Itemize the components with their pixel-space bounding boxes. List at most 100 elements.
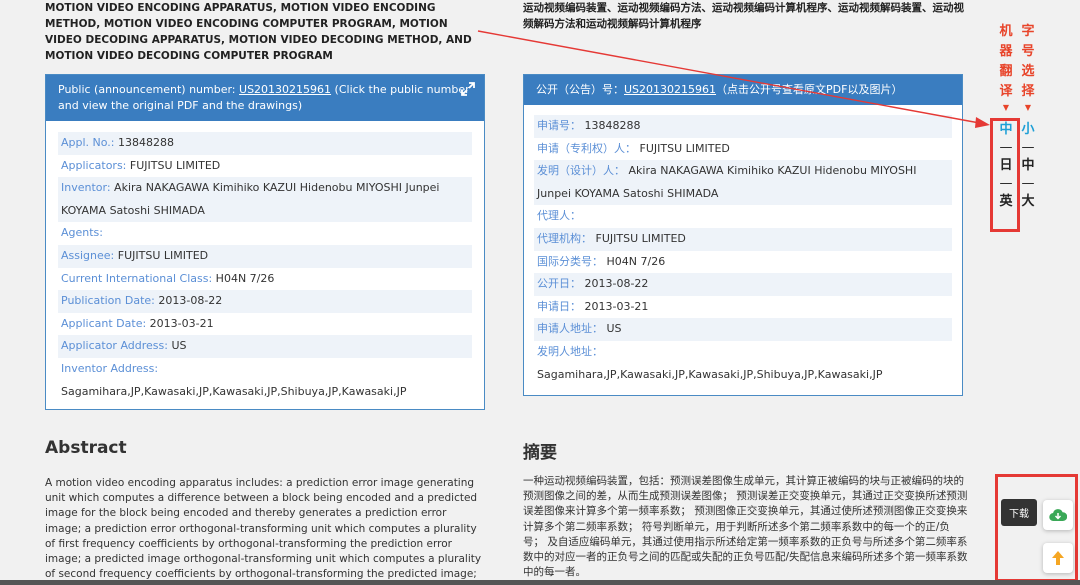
fontsize-caret-icon: ▼ [1024,103,1032,112]
field-label: Agents: [61,226,103,240]
field-label: 申请日： [537,299,581,313]
field-label: Assignee: [61,248,115,262]
field-value: FUJITSU LIMITED [595,231,686,245]
card-cn-header: 公开（公告）号：US20130215961（点击公开号查看原文PDF以及图片） [524,75,962,105]
pub-number-link-en[interactable]: US20130215961 [239,83,331,96]
card-en-fields: Appl. No.: 13848288 Applicators: FUJITSU … [46,121,484,403]
field-row: 申请号： 13848288 [534,115,952,138]
field-label: Inventor: [61,181,111,195]
fontsize-label: 字号选择 [1017,22,1039,102]
arrow-up-icon [1052,551,1064,565]
field-row: Agents: [58,222,472,245]
fontsize-options: 小 — 中 — 大 [1017,120,1039,212]
side-option[interactable]: 大 [1017,192,1039,212]
field-row: 国际分类号： H04N 7/26 [534,251,952,274]
card-en-header: Public (announcement) number: US20130215… [46,75,484,121]
field-label: Applicator Address: [61,339,168,353]
side-option[interactable]: 小 [1017,120,1039,140]
field-value: H04N 7/26 [606,254,666,268]
biblio-card-en: Public (announcement) number: US20130215… [45,74,485,410]
side-label-char: 选 [1021,64,1035,79]
field-label: 申请号： [537,119,581,132]
biblio-card-cn: 公开（公告）号：US20130215961（点击公开号查看原文PDF以及图片） … [523,74,963,396]
field-label: Current International Class: [61,271,213,285]
title-en: MOTION VIDEO ENCODING APPARATUS, MOTION … [45,2,472,62]
field-value: 2013-08-22 [158,294,223,308]
field-row: 申请日： 2013-03-21 [534,296,952,319]
option-separator: — [1021,140,1035,155]
side-label-char: 翻 [999,64,1013,79]
side-label-char: 机 [999,24,1013,39]
abstract-en-title: Abstract [45,438,127,458]
abstract-en-text: A motion video encoding apparatus includ… [45,477,482,585]
field-value: Sagamihara,JP,Kawasaki,JP,Kawasaki,JP,Sh… [537,367,883,381]
side-label-char: 择 [1021,84,1035,99]
field-row: Inventor: Akira NAKAGAWA Kimihiko KAZUI … [58,177,472,223]
title-cn: 运动视频编码装置、运动视频编码方法、运动视频编码计算机程序、运动视频解码装置、运… [523,2,964,30]
field-value: FUJITSU LIMITED [117,248,209,262]
field-value: FUJITSU LIMITED [639,141,730,155]
field-value: 13848288 [584,119,641,132]
field-value: US [606,322,622,336]
field-label: Publication Date: [61,294,155,308]
side-label-char: 字 [1021,24,1035,39]
field-value: Akira NAKAGAWA Kimihiko KAZUI Hidenobu M… [61,181,440,217]
field-row: Assignee: FUJITSU LIMITED [58,244,472,268]
cloud-download-icon [1049,509,1067,522]
fontsize-panel: 字号选择 ▼ 小 — 中 — 大 [1017,22,1039,212]
field-value: 2013-03-21 [584,299,649,313]
card-cn-head-prefix: 公开（公告）号： [536,83,624,96]
abstract-cn-title: 摘要 [523,443,557,463]
field-value: 2013-03-21 [149,316,214,330]
expand-icon[interactable] [460,81,476,97]
field-label: 发明（设计）人： [537,164,625,178]
field-value: FUJITSU LIMITED [129,158,221,172]
side-label-char: 号 [1021,44,1035,59]
field-row: Applicators: FUJITSU LIMITED [58,155,472,178]
back-to-top-button[interactable] [1043,543,1073,573]
card-en-head-prefix: Public (announcement) number: [58,83,240,96]
field-label: 国际分类号： [537,254,603,268]
field-row: 代理人： [534,205,952,228]
field-label: 申请人地址： [537,322,603,336]
field-row: 代理机构： FUJITSU LIMITED [534,227,952,251]
field-row: Inventor Address: Sagamihara,JP,Kawasaki… [58,358,472,403]
field-row: 申请（专利权）人： FUJITSU LIMITED [534,138,952,161]
field-row: Applicant Date: 2013-03-21 [58,313,472,336]
translate-caret-icon: ▼ [1002,103,1010,112]
field-value: US [171,339,187,353]
card-cn-head-suffix: （点击公开号查看原文PDF以及图片） [716,83,903,96]
card-cn-fields: 申请号： 13848288 申请（专利权）人： FUJITSU LIMITED 发明… [524,105,962,386]
field-label: 代理机构： [537,231,592,245]
side-option[interactable]: 中 [1017,156,1039,176]
field-label: Inventor Address: [61,361,159,375]
bottom-scrollbar[interactable] [0,580,1080,585]
field-value: Sagamihara,JP,Kawasaki,JP,Kawasaki,JP,Sh… [61,384,407,398]
field-row: 发明人地址： Sagamihara,JP,Kawasaki,JP,Kawasak… [534,341,952,386]
field-value: 2013-08-22 [584,277,649,291]
field-row: 公开日： 2013-08-22 [534,273,952,296]
download-button[interactable] [1043,500,1073,530]
field-value: H04N 7/26 [215,271,275,285]
field-row: Appl. No.: 13848288 [58,132,472,155]
side-label-char: 译 [999,84,1013,99]
side-label-char: 器 [999,44,1013,59]
field-row: Publication Date: 2013-08-22 [58,290,472,313]
option-separator: — [1021,176,1035,191]
field-label: 申请（专利权）人： [537,141,636,155]
field-label: Appl. No.: [61,136,115,149]
annotation-box-translate [990,118,1020,232]
translate-label: 机器翻译 [995,22,1017,102]
field-label: Applicant Date: [61,316,147,330]
field-label: 发明人地址： [537,344,603,358]
field-row: 发明（设计）人： Akira NAKAGAWA Kimihiko KAZUI H… [534,160,952,206]
field-row: Current International Class: H04N 7/26 [58,268,472,291]
abstract-cn-text: 一种运动视频编码装置，包括：预测误差图像生成单元，其计算正被编码的块与正被编码的… [523,475,968,579]
field-label: 代理人： [537,209,581,223]
field-label: 公开日： [537,277,581,291]
pub-number-link-cn[interactable]: US20130215961 [624,83,716,96]
download-tooltip: 下载 [1001,499,1037,526]
field-row: 申请人地址： US [534,318,952,341]
field-row: Applicator Address: US [58,335,472,358]
field-label: Applicators: [61,158,127,172]
